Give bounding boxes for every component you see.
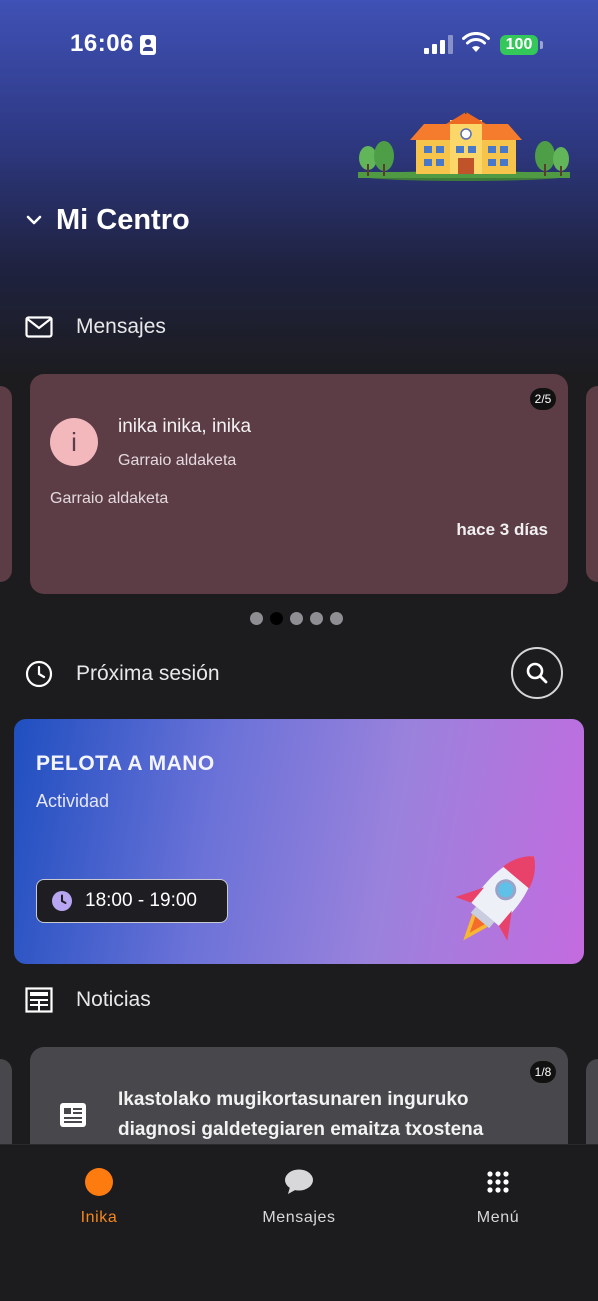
wifi-icon xyxy=(462,32,490,52)
next-session-section-label: Próxima sesión xyxy=(76,662,220,685)
message-card[interactable]: i inika inika, inika Garraio aldaketa Ga… xyxy=(30,374,568,594)
newspaper-icon xyxy=(24,985,54,1015)
tab-mensajes[interactable]: Mensajes xyxy=(229,1167,369,1227)
avatar: i xyxy=(50,418,98,466)
chevron-down-icon xyxy=(26,215,42,225)
status-time: 16:06 xyxy=(70,30,134,57)
message-subject: Garraio aldaketa xyxy=(118,452,237,469)
messages-section-label: Mensajes xyxy=(76,315,166,338)
pagination-dot[interactable] xyxy=(330,612,343,625)
pagination-dot-active[interactable] xyxy=(270,612,283,625)
center-selector[interactable]: Mi Centro xyxy=(24,198,190,242)
pagination-dot[interactable] xyxy=(250,612,263,625)
clock-icon xyxy=(24,659,54,689)
message-pagination-dots[interactable] xyxy=(250,612,343,625)
clock-icon xyxy=(52,891,72,911)
message-timestamp: hace 3 días xyxy=(456,520,548,539)
next-session-section-header: Próxima sesión xyxy=(24,654,220,694)
chat-bubble-icon xyxy=(284,1167,314,1197)
session-time-chip: 18:00 - 19:00 xyxy=(36,879,228,923)
session-type: Actividad xyxy=(36,791,110,811)
pagination-dot[interactable] xyxy=(290,612,303,625)
bottom-tab-bar: Inika Mensajes Menú xyxy=(0,1144,598,1301)
tab-inika[interactable]: Inika xyxy=(29,1167,169,1227)
article-icon xyxy=(60,1103,86,1127)
search-icon xyxy=(526,662,548,684)
message-preview: Garraio aldaketa xyxy=(50,490,169,507)
tab-label: Menú xyxy=(476,1209,520,1226)
next-message-card-peek[interactable] xyxy=(586,386,598,582)
next-session-card[interactable]: PELOTA A MANO Actividad 18:00 - 19:00 xyxy=(14,719,584,964)
next-news-card-peek[interactable] xyxy=(586,1059,598,1149)
previous-news-card-peek[interactable] xyxy=(0,1059,12,1149)
status-bar: 16:06 100 xyxy=(0,26,598,66)
search-button[interactable] xyxy=(511,647,563,699)
mail-icon xyxy=(24,312,54,342)
message-sender: inika inika, inika xyxy=(118,416,252,437)
tab-label: Mensajes xyxy=(262,1209,336,1226)
tab-menu[interactable]: Menú xyxy=(428,1167,568,1227)
page-title: Mi Centro xyxy=(56,203,190,236)
tab-label: Inika xyxy=(80,1209,118,1226)
session-time: 18:00 - 19:00 xyxy=(85,890,197,911)
news-section-header: Noticias xyxy=(24,980,151,1020)
messages-section-header: Mensajes xyxy=(24,307,166,347)
cellular-signal-icon xyxy=(424,34,454,54)
session-title: PELOTA A MANO xyxy=(36,752,215,775)
rocket-illustration xyxy=(455,856,535,941)
news-section-label: Noticias xyxy=(76,988,151,1011)
battery-indicator: 100 xyxy=(500,35,543,55)
news-page-indicator: 1/8 xyxy=(530,1061,556,1083)
orange-dot-icon xyxy=(84,1167,114,1197)
school-building-illustration xyxy=(358,112,570,181)
pagination-dot[interactable] xyxy=(310,612,323,625)
message-page-indicator: 2/5 xyxy=(530,388,556,410)
contact-card-icon xyxy=(140,35,156,55)
grid-icon xyxy=(483,1167,513,1197)
previous-message-card-peek[interactable] xyxy=(0,386,12,582)
news-title: Ikastolako mugikortasunaren inguruko dia… xyxy=(118,1089,484,1140)
